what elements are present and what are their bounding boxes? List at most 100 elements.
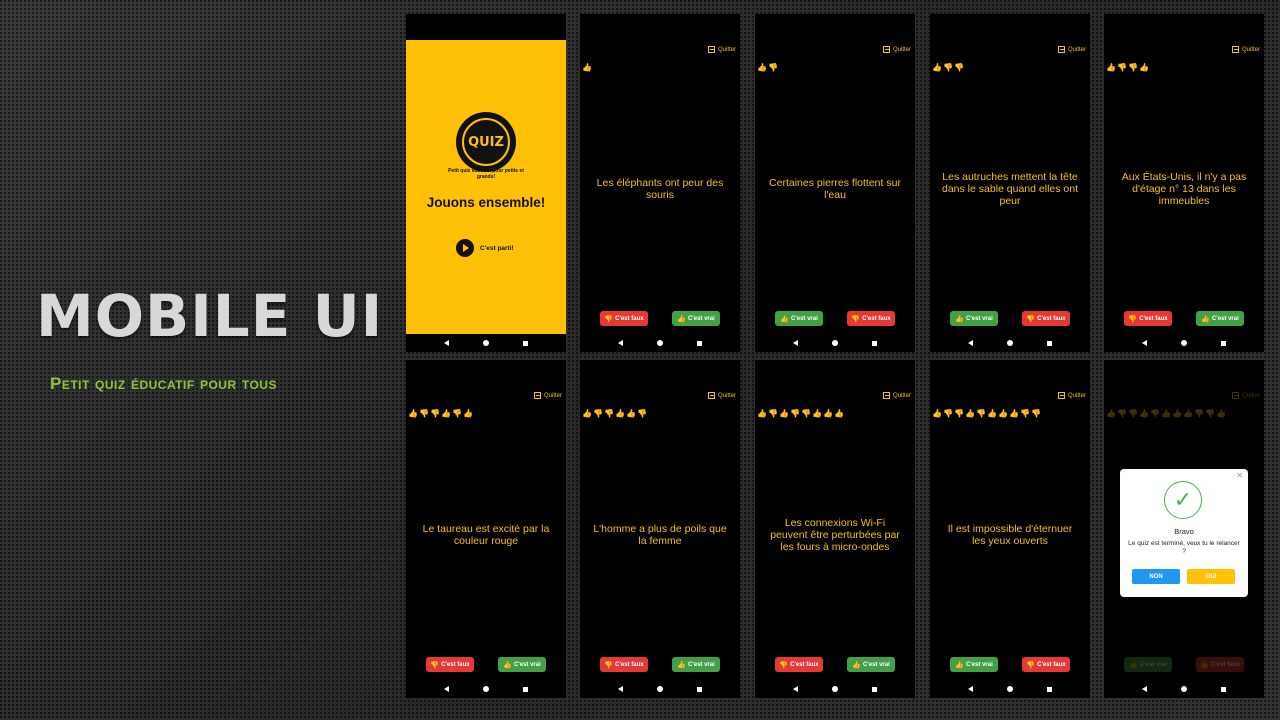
true-button[interactable]: 👍 C'est vrai <box>950 311 998 326</box>
true-label: C'est vrai <box>965 315 993 322</box>
false-label: C'est faux <box>441 661 470 668</box>
true-button[interactable]: 👍 C'est vrai <box>775 311 823 326</box>
thumb-down-icon: 👎 <box>943 409 953 418</box>
recents-icon[interactable] <box>1047 686 1052 692</box>
false-button[interactable]: 👎 C'est faux <box>847 311 895 326</box>
thumb-up-icon: 👍 <box>463 409 473 418</box>
question-text: Les éléphants ont peur des souris <box>596 177 724 201</box>
false-label: C'est faux <box>615 315 644 322</box>
thumb-up-icon: 👍 <box>932 409 942 418</box>
thumb-down-icon: 👎 <box>1026 661 1036 669</box>
thumb-up-icon: 👍 <box>965 409 975 418</box>
question-text: Les autruches mettent la tête dans le sa… <box>941 171 1079 207</box>
recents-icon[interactable] <box>697 686 702 692</box>
yes-button[interactable]: OUI <box>1187 569 1235 584</box>
home-icon[interactable] <box>483 686 489 692</box>
quit-button[interactable]: Quitter <box>1057 46 1086 53</box>
back-icon[interactable] <box>968 340 973 346</box>
false-button[interactable]: 👎 C'est faux <box>1022 657 1070 672</box>
thumb-up-icon: 👍 <box>408 409 418 418</box>
back-icon[interactable] <box>618 340 623 346</box>
false-button[interactable]: 👎 C'est faux <box>1124 311 1172 326</box>
recents-icon[interactable] <box>523 686 528 692</box>
quit-button[interactable]: Quitter <box>1057 392 1086 399</box>
back-icon[interactable] <box>793 686 798 692</box>
exit-icon <box>707 392 715 399</box>
phone-question-screen: Quitter 👍 👎 👎 👍 Aux États-Unis, il n'y a pa… <box>1104 14 1264 352</box>
recents-icon[interactable] <box>523 340 528 346</box>
android-navbar <box>406 680 566 698</box>
back-icon[interactable] <box>1142 340 1147 346</box>
true-button[interactable]: 👍 C'est vrai <box>672 657 720 672</box>
recents-icon[interactable] <box>872 686 877 692</box>
thumb-up-icon: 👍 <box>677 661 686 669</box>
true-button[interactable]: 👍 C'est vrai <box>950 657 998 672</box>
no-button[interactable]: NON <box>1132 569 1180 584</box>
back-icon[interactable] <box>444 340 449 346</box>
thumb-down-icon: 👎 <box>768 63 778 72</box>
score-row: 👍 👎 👍 👎 👎 👍 👍 👍 <box>757 409 844 419</box>
exit-icon <box>533 392 541 399</box>
home-icon[interactable] <box>1007 686 1013 692</box>
home-icon[interactable] <box>832 340 838 346</box>
quit-button[interactable]: Quitter <box>882 46 911 53</box>
back-icon[interactable] <box>618 686 623 692</box>
recents-icon[interactable] <box>872 340 877 346</box>
thumb-down-icon: 👎 <box>452 409 462 418</box>
thumb-up-icon: 👍 <box>615 409 625 418</box>
true-button[interactable]: 👍 C'est vrai <box>847 657 895 672</box>
android-navbar <box>755 680 915 698</box>
android-navbar <box>580 334 740 352</box>
thumb-up-icon: 👍 <box>1009 409 1019 418</box>
home-title: Jouons ensemble! <box>426 195 546 210</box>
thumb-up-icon: 👍 <box>812 409 822 418</box>
quit-button[interactable]: Quitter <box>533 392 562 399</box>
false-button[interactable]: 👎 C'est faux <box>775 657 823 672</box>
quit-button[interactable]: Quitter <box>707 392 736 399</box>
false-label: C'est faux <box>1037 315 1066 322</box>
false-button[interactable]: 👎 C'est faux <box>1022 311 1070 326</box>
dialog-message: Le quiz est terminé, veux tu le relancer… <box>1128 540 1240 555</box>
home-icon[interactable] <box>832 686 838 692</box>
home-icon[interactable] <box>657 340 663 346</box>
false-button[interactable]: 👎 C'est faux <box>600 657 648 672</box>
quit-button[interactable]: Quitter <box>707 46 736 53</box>
quit-label: Quitter <box>1241 46 1260 53</box>
home-icon[interactable] <box>1181 340 1187 346</box>
question-text: Les connexions Wi-Fi peuvent être pertur… <box>770 517 900 553</box>
home-icon[interactable] <box>1181 686 1187 692</box>
android-navbar <box>580 680 740 698</box>
close-icon[interactable]: ✕ <box>1236 471 1243 480</box>
recents-icon[interactable] <box>1047 340 1052 346</box>
start-button[interactable]: C'est parti! <box>456 239 514 257</box>
thumb-up-icon: 👍 <box>779 409 789 418</box>
false-button[interactable]: 👎 C'est faux <box>426 657 474 672</box>
true-button[interactable]: 👍 C'est vrai <box>498 657 546 672</box>
home-background: QUIZ Petit quiz éducatif pour petits et … <box>406 40 566 334</box>
thumb-up-icon: 👍 <box>582 409 592 418</box>
question-text: Il est impossible d'éternuer les yeux ou… <box>947 523 1073 547</box>
home-icon[interactable] <box>483 340 489 346</box>
recents-icon[interactable] <box>697 340 702 346</box>
thumb-up-icon: 👍 <box>626 409 636 418</box>
home-icon[interactable] <box>657 686 663 692</box>
home-icon[interactable] <box>1007 340 1013 346</box>
recents-icon[interactable] <box>1221 340 1226 346</box>
thumb-up-icon: 👍 <box>757 409 767 418</box>
back-icon[interactable] <box>793 340 798 346</box>
question-text: Certaines pierres flottent sur l'eau <box>769 177 901 201</box>
thumb-down-icon: 👎 <box>851 315 861 323</box>
true-button[interactable]: 👍 C'est vrai <box>672 311 720 326</box>
quit-button[interactable]: Quitter <box>882 392 911 399</box>
recents-icon[interactable] <box>1221 686 1226 692</box>
true-label: C'est vrai <box>790 315 818 322</box>
back-icon[interactable] <box>1142 686 1147 692</box>
home-tagline: Petit quiz éducatif pour petits et grand… <box>448 168 524 180</box>
thumb-down-icon: 👎 <box>954 409 964 418</box>
false-button[interactable]: 👎 C'est faux <box>600 311 648 326</box>
android-navbar <box>930 680 1090 698</box>
back-icon[interactable] <box>968 686 973 692</box>
quit-button[interactable]: Quitter <box>1231 46 1260 53</box>
back-icon[interactable] <box>444 686 449 692</box>
true-button[interactable]: 👍 C'est vrai <box>1196 311 1244 326</box>
